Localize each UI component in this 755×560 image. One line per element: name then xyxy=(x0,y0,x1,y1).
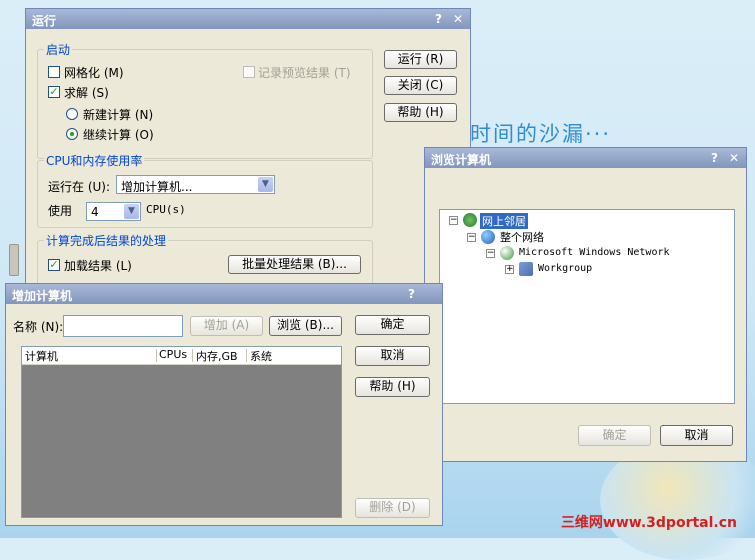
chevron-down-icon[interactable]: ▼ xyxy=(124,204,139,219)
mesh-checkbox[interactable] xyxy=(48,66,60,78)
name-label: 名称 (N): xyxy=(13,320,64,334)
tree-expander[interactable]: − xyxy=(449,216,458,225)
browse-ok-button[interactable]: 确定 xyxy=(578,425,651,446)
load-results-checkbox[interactable]: ✓ xyxy=(48,259,60,271)
run-dialog-titlebar[interactable]: 运行 ? ✕ xyxy=(26,9,470,29)
computer-tree[interactable]: − 网上邻居 − 整个网络 − Microsoft Windows Networ… xyxy=(439,209,735,404)
help-icon[interactable]: ? xyxy=(435,12,442,26)
browse-button[interactable]: 浏览 (B)... xyxy=(269,316,342,336)
close-icon[interactable]: ✕ xyxy=(729,151,739,165)
mesh-label: 网格化 (M) xyxy=(64,66,124,80)
cpu-count-value: 4 xyxy=(91,205,99,219)
computer-list-header: 计算机 CPUs 内存,GB 系统 xyxy=(22,347,341,365)
new-calc-radio[interactable] xyxy=(66,108,78,120)
tree-node-network-neighborhood[interactable]: 网上邻居 xyxy=(480,213,528,229)
tree-node-workgroup[interactable]: Workgroup xyxy=(538,263,592,274)
tree-expander[interactable]: − xyxy=(486,249,495,258)
browse-computer-dialog: 浏览计算机 ? ✕ − 网上邻居 − 整个网络 − Microsoft Wind… xyxy=(424,147,747,462)
tree-node-entire-network[interactable]: 整个网络 xyxy=(500,229,544,245)
record-preview-label: 记录预览结果 (T) xyxy=(258,66,351,80)
load-results-label: 加载结果 (L) xyxy=(64,259,132,273)
cancel-button[interactable]: 取消 xyxy=(355,346,430,366)
help-icon[interactable]: ? xyxy=(711,151,718,165)
continue-calc-radio[interactable] xyxy=(66,128,78,140)
tree-node-windows-network[interactable]: Microsoft Windows Network xyxy=(519,247,670,258)
tree-expander[interactable]: − xyxy=(467,233,476,242)
chevron-down-icon[interactable]: ▼ xyxy=(258,177,273,192)
splitter-handle[interactable] xyxy=(9,244,19,276)
cpu-memory-group-label: CPU和内存使用率 xyxy=(44,152,145,169)
run-dialog-title: 运行 xyxy=(32,14,57,28)
cpu-unit-label: CPU(s) xyxy=(146,203,186,216)
run-button[interactable]: 运行 (R) xyxy=(384,50,457,69)
cpu-count-select[interactable]: 4 ▼ xyxy=(86,202,141,221)
ok-button[interactable]: 确定 xyxy=(355,315,430,335)
solve-label: 求解 (S) xyxy=(64,86,109,100)
add-computer-dialog: 增加计算机 ? 名称 (N): 增加 (A) 浏览 (B)... 计算机 CPU… xyxy=(5,283,443,526)
add-dialog-title: 增加计算机 xyxy=(12,289,73,303)
browse-dialog-title: 浏览计算机 xyxy=(431,153,492,167)
column-separator[interactable] xyxy=(192,349,193,362)
add-dialog-titlebar[interactable]: 增加计算机 ? xyxy=(6,284,442,304)
close-icon[interactable]: ✕ xyxy=(453,12,463,26)
post-processing-group-label: 计算完成后结果的处理 xyxy=(44,232,169,249)
browse-dialog-titlebar[interactable]: 浏览计算机 ? ✕ xyxy=(425,148,746,168)
solve-checkbox[interactable]: ✓ xyxy=(48,86,60,98)
use-label: 使用 xyxy=(48,204,73,218)
computer-list[interactable]: 计算机 CPUs 内存,GB 系统 xyxy=(21,346,342,518)
add-button[interactable]: 增加 (A) xyxy=(190,316,263,336)
help-button[interactable]: 帮助 (H) xyxy=(355,377,430,397)
record-preview-checkbox[interactable] xyxy=(243,66,255,78)
column-header[interactable]: 系统 xyxy=(250,348,272,364)
radio-selected-dot xyxy=(70,132,74,136)
delete-button[interactable]: 删除 (D) xyxy=(355,498,430,518)
windows-network-icon xyxy=(500,246,514,260)
run-on-label: 运行在 (U): xyxy=(48,180,111,194)
column-separator[interactable] xyxy=(246,349,247,362)
column-header[interactable]: CPUs xyxy=(159,348,187,361)
close-button[interactable]: 关闭 (C) xyxy=(384,76,457,95)
help-button[interactable]: 帮助 (H) xyxy=(384,103,457,122)
help-icon[interactable]: ? xyxy=(408,287,415,301)
run-on-value: 增加计算机... xyxy=(121,180,193,194)
name-input[interactable] xyxy=(63,315,183,337)
column-separator[interactable] xyxy=(156,349,157,362)
batch-process-button[interactable]: 批量处理结果 (B)... xyxy=(228,255,361,274)
run-on-select[interactable]: 增加计算机... ▼ xyxy=(116,175,275,194)
browse-cancel-button[interactable]: 取消 xyxy=(660,425,733,446)
tree-expander[interactable]: + xyxy=(505,265,514,274)
new-calc-label: 新建计算 (N) xyxy=(83,108,154,122)
network-neighborhood-icon xyxy=(463,213,477,227)
desktop-decor-text: 时间的沙漏··· xyxy=(470,122,612,146)
continue-calc-label: 继续计算 (O) xyxy=(83,128,154,142)
workgroup-icon xyxy=(519,262,533,276)
column-header[interactable]: 内存,GB xyxy=(196,348,238,364)
entire-network-icon xyxy=(481,230,495,244)
column-header[interactable]: 计算机 xyxy=(25,348,58,364)
watermark: 三维网www.3dportal.cn xyxy=(560,515,737,531)
run-dialog: 运行 ? ✕ 启动 网格化 (M) 记录预览结果 (T) ✓ 求解 (S) 新建… xyxy=(25,8,471,293)
startup-group-label: 启动 xyxy=(44,41,73,58)
